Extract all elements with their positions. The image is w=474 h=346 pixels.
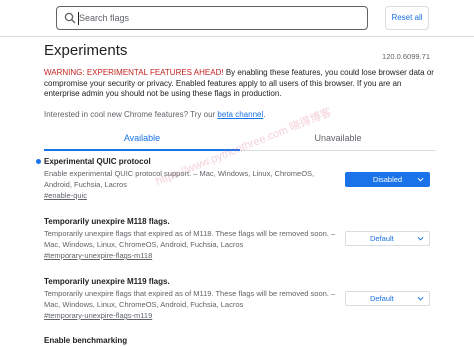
flag-anchor-link[interactable]: #enable-quic: [44, 191, 434, 201]
search-icon: [64, 12, 76, 24]
tab-bar: Available Unavailable: [44, 126, 436, 151]
warning-prefix: WARNING: EXPERIMENTAL FEATURES AHEAD!: [44, 68, 224, 77]
reset-all-button[interactable]: Reset all: [385, 6, 429, 30]
page-title: Experiments: [44, 42, 128, 59]
flag-select-value: Default: [370, 294, 394, 303]
flag-select-value: Disabled: [372, 175, 403, 184]
beta-channel-link[interactable]: beta channel: [217, 110, 263, 119]
chevron-down-icon: [417, 236, 424, 241]
flag-name: Temporarily unexpire M118 flags.: [44, 217, 170, 226]
flag-select-value: Default: [370, 234, 394, 243]
beta-promo: Interested in cool new Chrome features? …: [44, 110, 265, 119]
flag-name: Temporarily unexpire M119 flags.: [44, 277, 170, 286]
flag-name: Enable benchmarking: [44, 336, 128, 345]
flag-item-benchmarking: Enable benchmarking: [44, 336, 434, 346]
flag-name: Experimental QUIC protocol: [44, 157, 151, 166]
flag-description: Enable experimental QUIC protocol suppor…: [44, 169, 315, 189]
search-box[interactable]: [56, 6, 368, 30]
flag-select-quic[interactable]: Disabled: [345, 172, 430, 187]
version-number: 120.0.6099.71: [382, 52, 430, 61]
flag-anchor-link[interactable]: #temporary-unexpire-flags-m119: [44, 311, 434, 321]
tab-unavailable[interactable]: Unavailable: [240, 126, 436, 150]
chevron-down-icon: [417, 296, 424, 301]
flag-anchor-link[interactable]: #temporary-unexpire-flags-m118: [44, 251, 434, 261]
beta-promo-suffix: .: [263, 110, 266, 119]
top-bar: Reset all: [0, 0, 474, 37]
flag-description: Temporarily unexpire flags that expired …: [44, 289, 336, 309]
beta-promo-text: Interested in cool new Chrome features? …: [44, 110, 218, 119]
search-input[interactable]: [77, 9, 359, 27]
flag-select-m118[interactable]: Default: [345, 231, 430, 246]
modified-dot-icon: [36, 159, 41, 164]
flag-description: Temporarily unexpire flags that expired …: [44, 229, 336, 249]
tab-available[interactable]: Available: [44, 126, 240, 150]
warning-text: WARNING: EXPERIMENTAL FEATURES AHEAD! By…: [44, 68, 436, 100]
flag-select-m119[interactable]: Default: [345, 291, 430, 306]
active-tab-indicator: [44, 149, 240, 151]
chevron-down-icon: [417, 177, 424, 182]
